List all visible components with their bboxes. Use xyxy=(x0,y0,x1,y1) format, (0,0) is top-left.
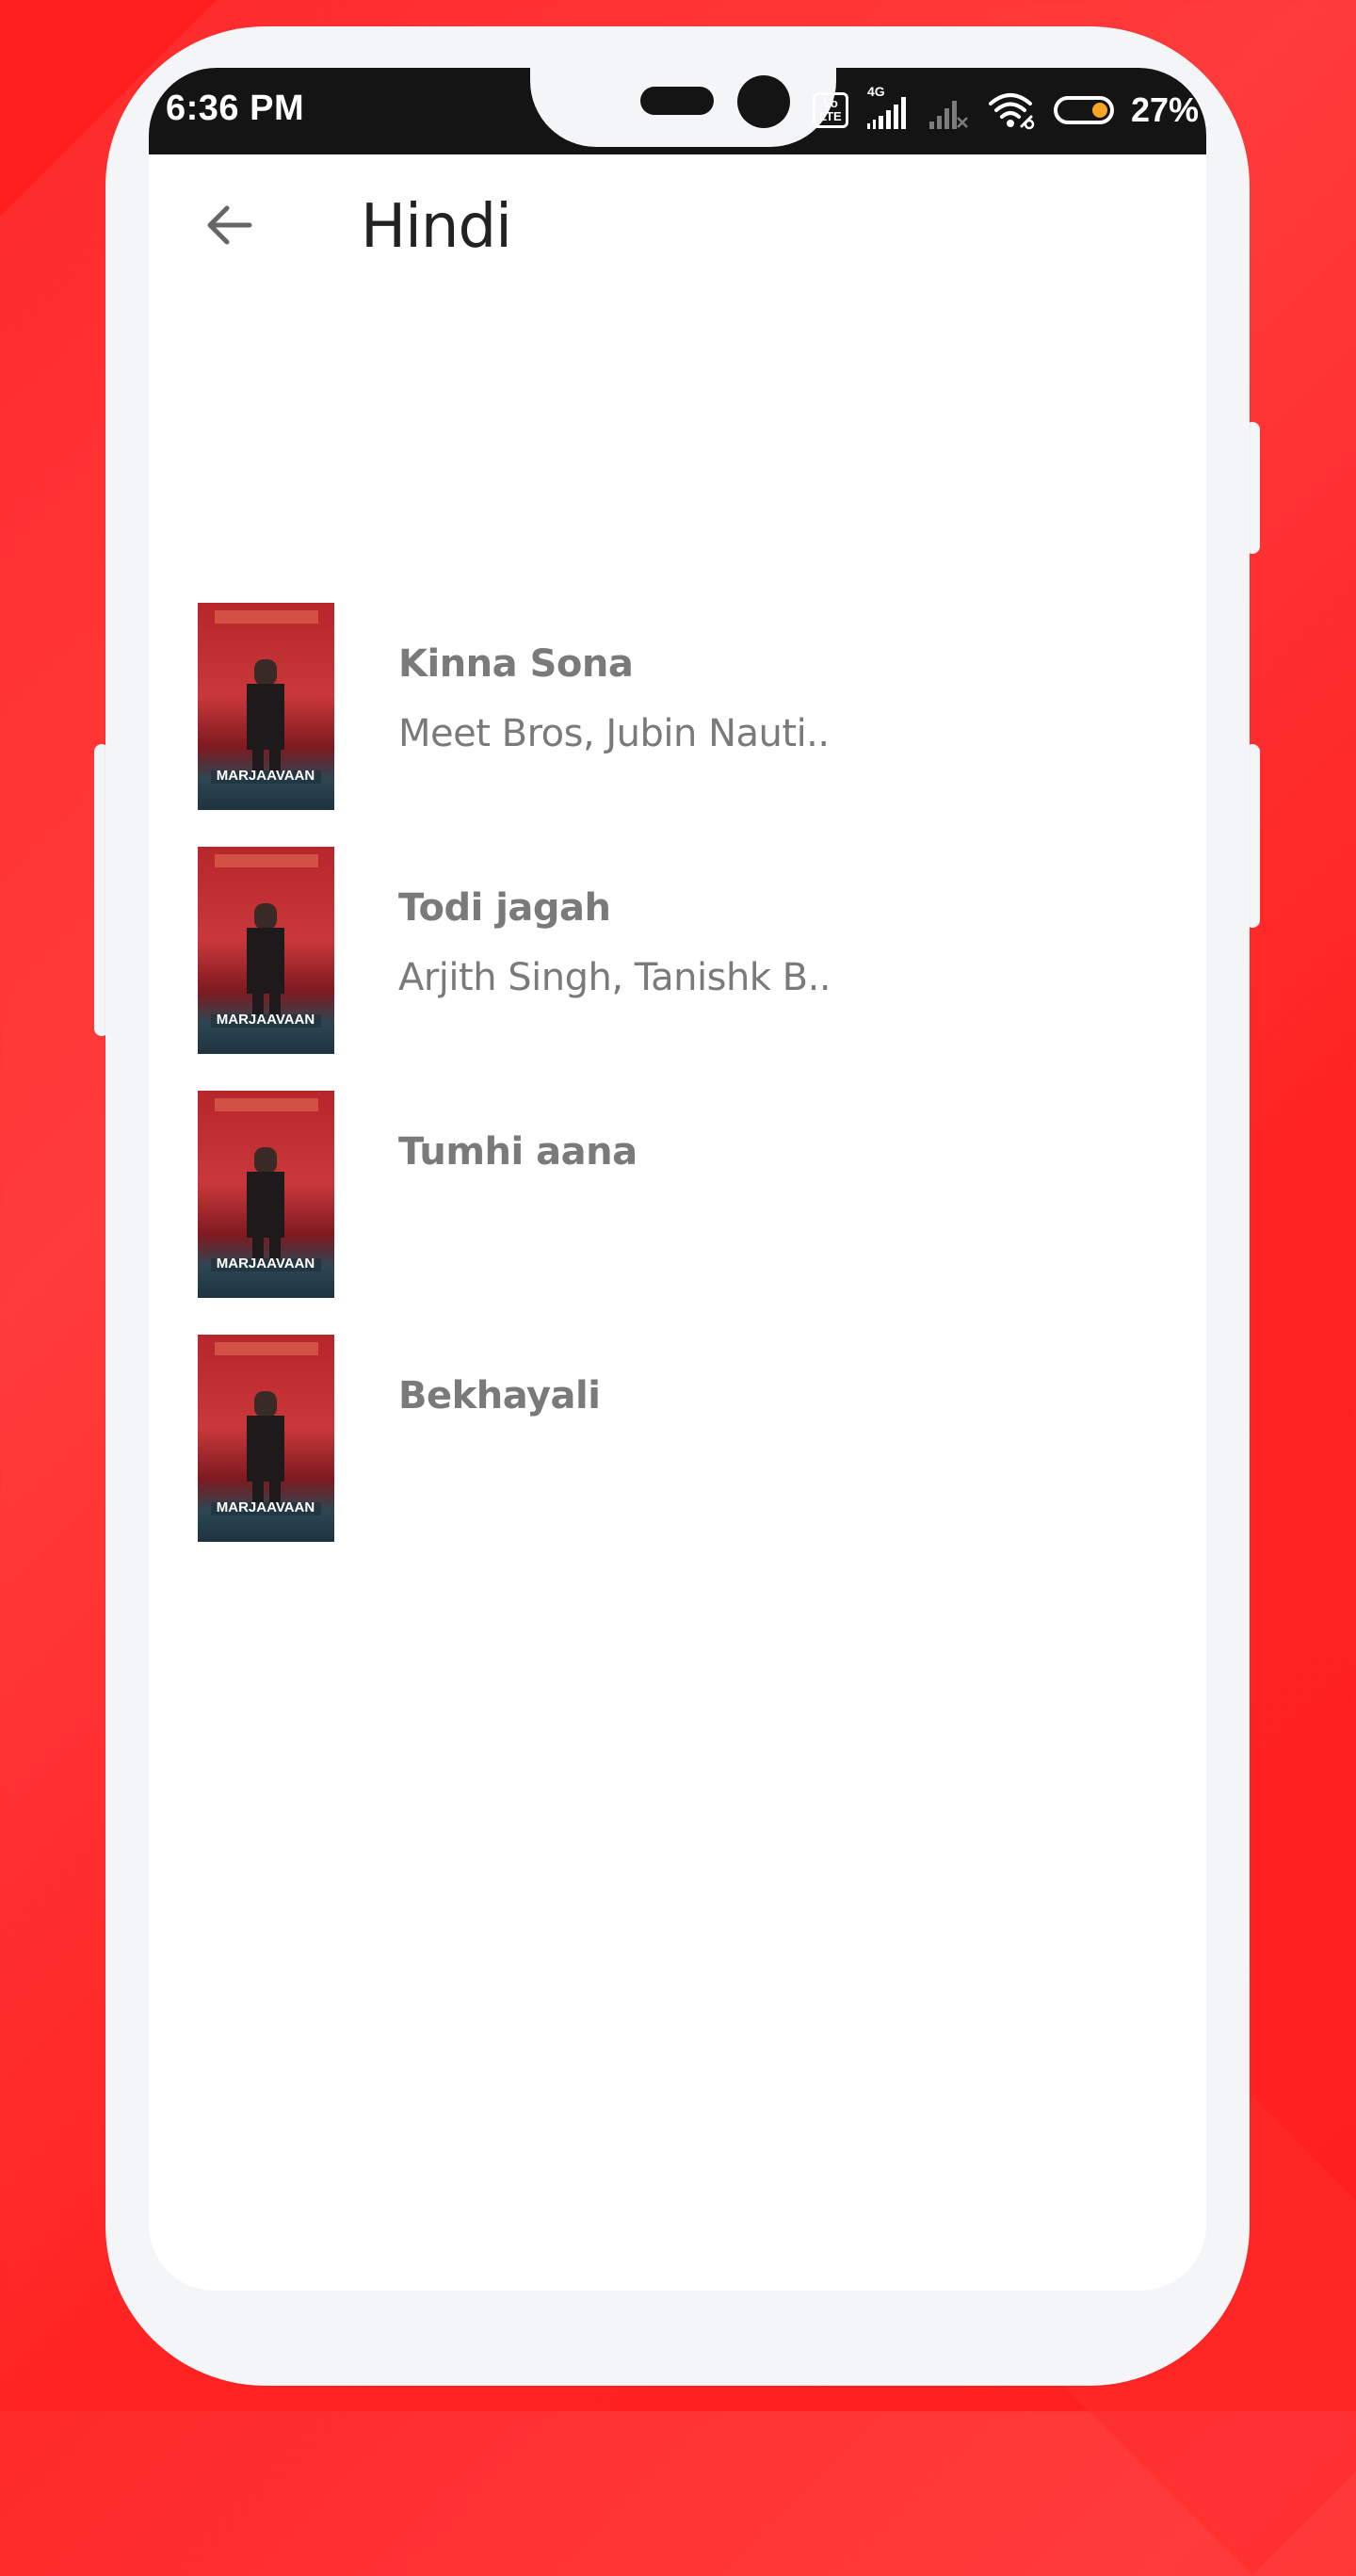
album-art: MARJAAVAAN xyxy=(198,1091,334,1298)
front-camera xyxy=(737,75,790,128)
arrow-left-icon xyxy=(207,205,252,245)
status-bar: 6:36 PM Vo LTE 4G 27% xyxy=(149,68,1206,154)
album-art: MARJAAVAAN xyxy=(198,603,334,810)
svg-text:MARJAAVAAN: MARJAAVAAN xyxy=(217,1499,315,1515)
battery-percent: 27% xyxy=(1130,90,1199,129)
wifi-icon xyxy=(988,90,1037,130)
svg-text:MARJAAVAAN: MARJAAVAAN xyxy=(217,1012,315,1028)
song-item-bekhayali[interactable]: MARJAAVAAN Bekhayali xyxy=(149,1335,1206,1579)
battery-icon xyxy=(1053,96,1114,124)
volte-icon: Vo LTE xyxy=(812,92,848,128)
song-title: Kinna Sona xyxy=(398,642,634,686)
phone-screen: 6:36 PM Vo LTE 4G 27% Hindi MARJAAVAAN K… xyxy=(149,68,1206,2291)
page-title: Hindi xyxy=(361,192,512,262)
back-button[interactable] xyxy=(196,192,262,258)
song-artists: Meet Bros, Jubin Nauti.. xyxy=(398,712,830,755)
song-list: MARJAAVAAN Kinna Sona Meet Bros, Jubin N… xyxy=(149,603,1206,1579)
song-title: Todi jagah xyxy=(398,886,611,930)
song-text: Tumhi aana xyxy=(398,1130,638,1174)
battery-level-fill xyxy=(1091,103,1107,118)
album-art: MARJAAVAAN xyxy=(198,1335,334,1542)
app-bar: Hindi xyxy=(149,154,1206,296)
signal-no-service-icon xyxy=(928,91,971,129)
song-item-tumhi-aana[interactable]: MARJAAVAAN Tumhi aana xyxy=(149,1091,1206,1335)
song-title: Tumhi aana xyxy=(398,1130,638,1174)
song-title: Bekhayali xyxy=(398,1374,601,1418)
status-time: 6:36 PM xyxy=(166,89,305,128)
signal-icon: 4G xyxy=(865,84,912,129)
song-text: Kinna Sona Meet Bros, Jubin Nauti.. xyxy=(398,642,830,755)
earpiece-speaker xyxy=(640,87,714,115)
song-item-kinna-sona[interactable]: MARJAAVAAN Kinna Sona Meet Bros, Jubin N… xyxy=(149,603,1206,847)
song-text: Todi jagah Arjith Singh, Tanishk B.. xyxy=(398,886,831,999)
status-icons: Vo LTE 4G 27% xyxy=(812,84,1199,134)
song-item-todi-jagah[interactable]: MARJAAVAAN Todi jagah Arjith Singh, Tani… xyxy=(149,847,1206,1091)
svg-text:MARJAAVAAN: MARJAAVAAN xyxy=(217,1256,315,1272)
album-art: MARJAAVAAN xyxy=(198,847,334,1054)
song-artists: Arjith Singh, Tanishk B.. xyxy=(398,956,831,999)
song-text: Bekhayali xyxy=(398,1374,601,1418)
svg-text:MARJAAVAAN: MARJAAVAAN xyxy=(217,768,315,784)
